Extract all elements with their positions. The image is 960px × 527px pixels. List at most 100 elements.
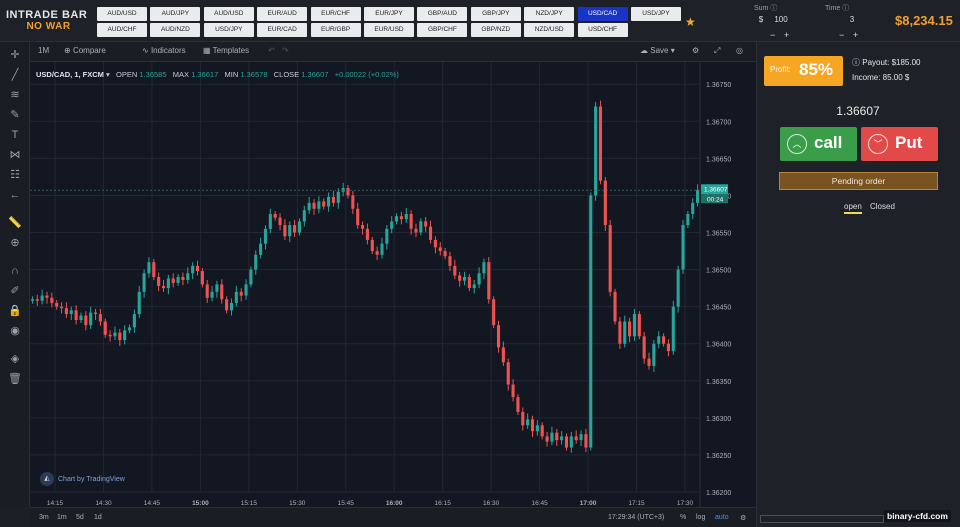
x-tick-label: 16:30 xyxy=(483,500,500,507)
interval-button[interactable]: 1M xyxy=(38,46,49,55)
account-balance: $8,234.15 xyxy=(895,13,953,28)
settings-gear-icon[interactable]: ⚙ xyxy=(692,46,699,55)
info-icon[interactable]: ⓘ xyxy=(770,5,777,12)
info-icon[interactable]: ⓘ xyxy=(852,58,860,67)
pair-button-usd-jpy[interactable]: USD/JPY xyxy=(631,7,681,21)
tab-open[interactable]: open xyxy=(844,202,862,214)
fullscreen-icon[interactable]: ⤢ xyxy=(714,46,720,56)
time-plus-button[interactable]: + xyxy=(853,30,858,40)
pair-button-eur-chf[interactable]: EUR/CHF xyxy=(310,7,361,21)
redo-icon[interactable]: ↷ xyxy=(282,46,289,55)
pending-order-button[interactable]: Pending order xyxy=(779,172,938,190)
candlestick-chart[interactable]: 1.367501.367001.366501.366001.365501.365… xyxy=(30,62,756,507)
range-3m[interactable]: 3m xyxy=(39,514,49,521)
call-button[interactable]: ︿ call xyxy=(780,127,857,161)
candle-body xyxy=(501,347,505,363)
pair-button-usd-chf[interactable]: USD/CHF xyxy=(577,23,628,37)
sum-input[interactable]: 100 xyxy=(767,13,795,27)
pair-button-nzd-jpy[interactable]: NZD/JPY xyxy=(524,7,575,21)
candle-body xyxy=(623,321,627,344)
crosshair-icon[interactable]: ✛ xyxy=(8,48,22,62)
ruler-icon[interactable]: 📏 xyxy=(8,216,22,230)
indicators-icon: ∿ xyxy=(142,46,149,55)
fib-icon[interactable]: ≋ xyxy=(8,88,22,102)
candle-body xyxy=(511,384,515,398)
candle-body xyxy=(157,277,161,286)
income-info: Income: 85.00 $ xyxy=(852,73,910,82)
candle-body xyxy=(103,321,107,335)
pair-button-aud-nzd[interactable]: AUD/NZD xyxy=(150,23,201,37)
tradingview-credit[interactable]: ◭ Chart by TradingView xyxy=(40,472,125,486)
pair-button-eur-usd[interactable]: EUR/USD xyxy=(364,23,414,37)
indicators-button[interactable]: ∿ Indicators xyxy=(142,46,186,55)
time-minus-button[interactable]: − xyxy=(839,30,844,40)
candle-body xyxy=(428,226,433,240)
log-toggle[interactable]: log xyxy=(696,514,705,521)
y-tick-label: 1.36200 xyxy=(706,490,731,497)
info-icon[interactable]: ⓘ xyxy=(842,5,849,12)
candle-body xyxy=(560,436,564,441)
pair-button-eur-aud[interactable]: EUR/AUD xyxy=(257,7,308,21)
trend-line-icon[interactable]: ╱ xyxy=(8,68,22,82)
logo-line1: INTRADE BAR xyxy=(6,9,88,21)
tab-closed[interactable]: Closed xyxy=(870,202,895,211)
pair-button-eur-gbp[interactable]: EUR/GBP xyxy=(310,23,361,37)
favorite-star-icon[interactable]: ★ xyxy=(685,15,696,29)
x-tick-label: 16:15 xyxy=(435,500,452,507)
pair-button-aud-jpy[interactable]: AUD/JPY xyxy=(150,7,201,21)
pair-button-gbp-chf[interactable]: GBP/CHF xyxy=(417,23,468,37)
pattern-icon[interactable]: ⋈ xyxy=(8,148,22,162)
range-5d[interactable]: 5d xyxy=(76,514,84,521)
pair-button-nzd-usd[interactable]: NZD/USD xyxy=(524,23,575,37)
lock-drawing-icon[interactable]: ✐ xyxy=(8,284,22,298)
candle-body xyxy=(584,434,588,448)
pair-button-aud-usd[interactable]: AUD/USD xyxy=(97,7,147,21)
candle-body xyxy=(564,436,569,448)
pair-button-aud-usd[interactable]: AUD/USD xyxy=(203,7,254,21)
range-1m[interactable]: 1m xyxy=(57,514,67,521)
forecast-icon[interactable]: ☷ xyxy=(8,168,22,182)
pair-button-gbp-aud[interactable]: GBP/AUD xyxy=(417,7,468,21)
candle-body xyxy=(613,291,617,322)
eye-icon[interactable]: ◉ xyxy=(8,324,22,338)
pair-button-eur-cad[interactable]: EUR/CAD xyxy=(257,23,308,37)
lock-icon[interactable]: 🔒 xyxy=(8,304,22,318)
chart-area[interactable]: 1.367501.367001.366501.366001.365501.365… xyxy=(30,62,756,507)
profit-value: 85% xyxy=(799,60,834,79)
candle-body xyxy=(273,213,277,218)
magnet-icon[interactable]: ∩ xyxy=(8,264,22,278)
time-input[interactable]: 3 xyxy=(838,13,866,27)
pair-button-usd-cad[interactable]: USD/CAD xyxy=(577,7,628,21)
pair-button-gbp-jpy[interactable]: GBP/JPY xyxy=(470,7,521,21)
back-arrow-icon[interactable]: ← xyxy=(8,188,22,202)
save-button[interactable]: ☁ Save ▾ xyxy=(640,46,675,55)
x-tick-label: 17:15 xyxy=(628,500,645,507)
camera-icon[interactable]: ◎ xyxy=(736,46,743,55)
candle-body xyxy=(399,216,403,220)
put-button[interactable]: ﹀ Put xyxy=(861,127,938,161)
sum-plus-button[interactable]: + xyxy=(784,30,789,40)
candle-body xyxy=(137,291,141,315)
pair-button-aud-chf[interactable]: AUD/CHF xyxy=(97,23,147,37)
layers-icon[interactable]: ◈ xyxy=(8,352,22,366)
sum-minus-button[interactable]: − xyxy=(770,30,775,40)
panel-scroll-track[interactable] xyxy=(760,515,884,523)
templates-button[interactable]: ▦ Templates xyxy=(203,46,249,55)
scale-settings-gear-icon[interactable]: ⚙ xyxy=(740,514,746,522)
candle-body xyxy=(220,284,224,300)
auto-toggle[interactable]: auto xyxy=(715,514,729,521)
trash-icon[interactable]: 🗑 xyxy=(8,372,22,386)
brand-logo[interactable]: INTRADE BAR NO WAR xyxy=(6,9,91,33)
compare-button[interactable]: ⊕ Compare xyxy=(64,46,106,55)
range-1d[interactable]: 1d xyxy=(94,514,102,521)
pair-button-usd-jpy[interactable]: USD/JPY xyxy=(203,23,254,37)
percent-toggle[interactable]: % xyxy=(680,514,686,521)
pair-button-eur-jpy[interactable]: EUR/JPY xyxy=(364,7,414,21)
zoom-icon[interactable]: ⊕ xyxy=(8,236,22,250)
clock[interactable]: 17:29:34 (UTC+3) xyxy=(608,514,664,521)
pair-button-gbp-nzd[interactable]: GBP/NZD xyxy=(470,23,521,37)
legend-symbol[interactable]: USD/CAD, 1, FXCM xyxy=(36,70,104,79)
undo-icon[interactable]: ↶ xyxy=(268,46,275,55)
brush-icon[interactable]: ✎ xyxy=(8,108,22,122)
text-icon[interactable]: T xyxy=(8,128,22,142)
